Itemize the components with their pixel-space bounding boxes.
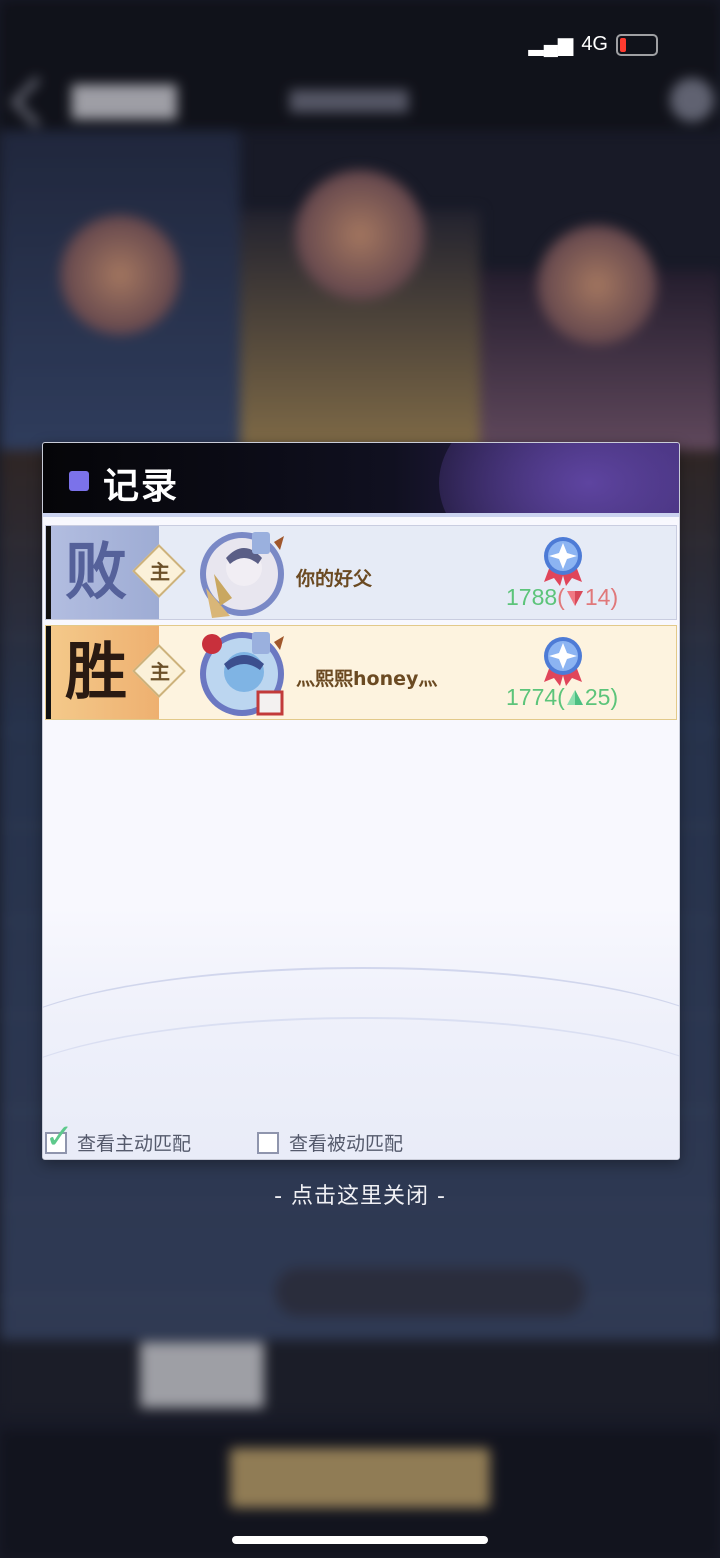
score-text: 1774(25): [506, 684, 619, 710]
dialog-title: 记录: [103, 466, 180, 507]
record-row[interactable]: 败 主 你的好父 1788(14): [45, 525, 677, 620]
home-indicator[interactable]: [232, 1536, 488, 1544]
rank-medal-icon: [544, 637, 582, 686]
filter-passive-label: 查看被动匹配: [289, 1133, 404, 1155]
status-bar: ▂▄▆ 4G: [528, 32, 658, 57]
title-marker-icon: [69, 471, 89, 491]
close-dialog-hint[interactable]: - 点击这里关闭 -: [0, 1178, 720, 1210]
player-name: 灬熙熙honey灬: [296, 668, 438, 690]
rank-up-arrow-icon: [566, 690, 583, 705]
record-dialog: 记录 败 主 你的好父 1788(14) 胜 主 灬熙熙honey灬 1774…: [42, 442, 680, 1160]
result-label: 胜: [65, 635, 128, 708]
filter-active-match[interactable]: ✓ 查看主动匹配: [45, 1120, 192, 1156]
player-avatar: [200, 632, 284, 716]
result-label: 败: [65, 535, 128, 608]
checkbox-checked-icon[interactable]: ✓: [45, 1120, 74, 1154]
score-value: 1788: [506, 584, 558, 610]
score-delta: 14: [584, 584, 611, 610]
dialog-header: 记录: [43, 443, 679, 517]
filter-passive-match[interactable]: 查看被动匹配: [257, 1129, 403, 1156]
player-name: 你的好父: [296, 568, 373, 590]
score-text: 1788(14): [506, 584, 619, 610]
role-label: 主: [150, 560, 170, 584]
network-type: 4G: [581, 33, 608, 55]
signal-icon: ▂▄▆: [528, 34, 574, 56]
checkbox-unchecked-icon[interactable]: [257, 1131, 279, 1154]
score-delta: 25: [584, 684, 611, 710]
score-value: 1774: [506, 684, 558, 710]
battery-icon: [616, 33, 658, 56]
role-label: 主: [150, 660, 170, 684]
rank-medal-icon: [544, 537, 582, 586]
rank-down-arrow-icon: [566, 591, 583, 606]
player-avatar: [200, 532, 284, 618]
filter-active-label: 查看主动匹配: [77, 1133, 192, 1155]
record-row[interactable]: 胜 主 灬熙熙honey灬 1774(25): [45, 625, 677, 720]
